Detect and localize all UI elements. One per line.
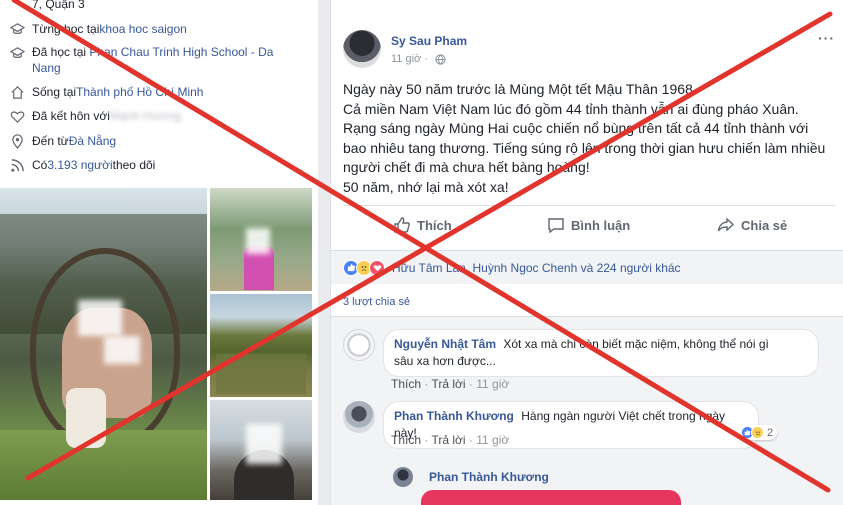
shares-count-link[interactable]: 3 lượt chia sẻ <box>343 296 410 308</box>
globe-icon <box>435 53 446 65</box>
comment-like-link[interactable]: Thích <box>391 433 421 447</box>
sad-reaction-icon <box>751 426 764 439</box>
profile-photo-thumb-1[interactable] <box>210 188 312 291</box>
comment-meta: Thích · Trả lời · 11 giờ <box>391 433 510 447</box>
hometown-link[interactable]: Đà Nẵng <box>69 134 116 148</box>
intro-studied-at-1: Từng học tại khoa hoc saigon <box>8 20 187 38</box>
post-line: Rạng sáng ngày Mùng Hai cuộc chiến nổ bù… <box>343 120 809 136</box>
post-line: Cả miền Nam Việt Nam lúc đó gồm 44 tỉnh … <box>343 100 799 117</box>
reactions-summary[interactable]: Hữu Tâm Lan, Huỳnh Ngoc Chenh và 224 ngư… <box>331 250 843 284</box>
like-label: Thích <box>417 217 452 233</box>
love-reaction-icon <box>369 259 385 276</box>
city-link[interactable]: Thành phố Hồ Chí Minh <box>76 85 203 99</box>
comment-meta: Thích · Trả lời · 11 giờ <box>391 377 510 391</box>
profile-intro-panel: 7, Quận 3 Từng học tại khoa hoc saigon Đ… <box>0 0 318 505</box>
comment-item: Nguyễn Nhật Tâm Xót xa mà chỉ còn biết m… <box>343 329 819 377</box>
intro-label: Đã kết hôn với <box>32 109 110 123</box>
commenter-avatar[interactable] <box>343 329 375 361</box>
intro-studied-at-2: Đã học tại Phan Chau Trinh High School -… <box>8 44 302 76</box>
home-icon <box>8 83 26 101</box>
reply-image-preview[interactable] <box>421 490 681 505</box>
post-line: Ngày này 50 năm trước là Mùng Một tết Mậ… <box>343 81 697 97</box>
intro-label: Sống tại <box>32 85 77 99</box>
separator-dot: · <box>424 53 428 65</box>
comment-reply-link[interactable]: Trả lời <box>431 377 465 391</box>
comment-like-link[interactable]: Thích <box>391 377 421 391</box>
commenter-avatar[interactable] <box>343 401 375 433</box>
intro-lives-in: Sống tại Thành phố Hồ Chí Minh <box>8 83 203 101</box>
intro-from: Đến từ Đà Nẵng <box>8 132 116 150</box>
reactions-text[interactable]: Hữu Tâm Lan, Huỳnh Ngoc Chenh và 224 ngư… <box>392 261 681 275</box>
graduation-cap-icon <box>8 20 26 38</box>
intro-married-to: Đã kết hôn với Mạnh Hương <box>8 107 181 125</box>
intro-label: Đã học tại <box>32 45 90 59</box>
intro-label: Từng học tại <box>32 22 100 36</box>
thumbs-up-icon <box>394 217 410 233</box>
comment-time[interactable]: 11 giờ <box>476 433 509 447</box>
intro-label: Có <box>32 158 48 172</box>
share-button[interactable]: Chia sẻ <box>717 216 787 234</box>
comment-label: Bình luận <box>571 217 631 233</box>
commenter-name[interactable]: Nguyễn Nhật Tâm <box>394 337 496 351</box>
comment-reply-link[interactable]: Trả lời <box>431 433 465 447</box>
comment-reaction-count: 2 <box>767 426 774 439</box>
intro-address-text: 7, Quận 3 <box>32 0 85 11</box>
post-line: người chết đi mà chưa hết bàng hoàng! <box>343 159 590 175</box>
profile-photo-main[interactable] <box>0 188 207 500</box>
comment-text: sâu xa hơn được... <box>394 354 496 368</box>
spouse-link[interactable]: Mạnh Hương <box>110 109 181 123</box>
rss-icon <box>8 156 26 174</box>
more-options-button[interactable]: ··· <box>818 30 835 46</box>
author-name-link[interactable]: Sy Sau Pham <box>391 34 467 48</box>
comments-section: Nguyễn Nhật Tâm Xót xa mà chỉ còn biết m… <box>331 316 843 505</box>
comment-bubble: Nguyễn Nhật Tâm Xót xa mà chỉ còn biết m… <box>383 329 819 377</box>
intro-label: Đến từ <box>32 134 69 148</box>
reply-avatar[interactable] <box>393 467 413 487</box>
share-label: Chia sẻ <box>741 217 788 233</box>
photos-grid <box>0 188 318 505</box>
share-icon <box>717 217 735 232</box>
comment-reactions[interactable]: 2 <box>737 425 778 440</box>
intro-address-line: 7, Quận 3 <box>32 0 85 11</box>
profile-photo-thumb-2[interactable] <box>210 294 312 397</box>
author-avatar[interactable] <box>343 30 381 68</box>
location-pin-icon <box>8 132 26 150</box>
graduation-cap-icon <box>8 44 26 62</box>
actions-divider <box>343 205 835 206</box>
followers-link[interactable]: 3.193 người <box>47 158 112 172</box>
intro-suffix: theo dõi <box>112 158 156 172</box>
reply-item: Phan Thành Khương <box>393 467 549 487</box>
like-button[interactable]: Thích <box>393 216 452 234</box>
post-body: Ngày này 50 năm trước là Mùng Một tết Mậ… <box>343 80 833 197</box>
profile-photo-thumb-3[interactable] <box>210 400 312 500</box>
school-link-1[interactable]: khoa hoc saigon <box>99 22 186 36</box>
post-card: Sy Sau Pham 11 giờ · ··· Ngày này 50 năm… <box>330 0 843 505</box>
intro-followers: Có 3.193 người theo dõi <box>8 156 155 174</box>
comment-button[interactable]: Bình luận <box>547 216 630 234</box>
comment-text: Xót xa mà chỉ còn biết mặc niệm, không t… <box>503 337 769 351</box>
comment-icon <box>548 218 564 234</box>
reply-author-name[interactable]: Phan Thành Khương <box>429 470 549 484</box>
post-line: 50 năm, nhớ lại mà xót xa! <box>343 178 509 195</box>
post-line: bao nhiêu tang thương. Tiếng súng rộ lên… <box>343 139 826 156</box>
comment-time[interactable]: 11 giờ <box>476 377 509 391</box>
post-header: Sy Sau Pham 11 giờ · <box>343 30 467 68</box>
post-timestamp: 11 giờ · <box>391 53 467 65</box>
heart-icon <box>8 107 26 125</box>
commenter-name[interactable]: Phan Thành Khương <box>394 409 514 423</box>
post-time-text[interactable]: 11 giờ <box>391 53 421 65</box>
